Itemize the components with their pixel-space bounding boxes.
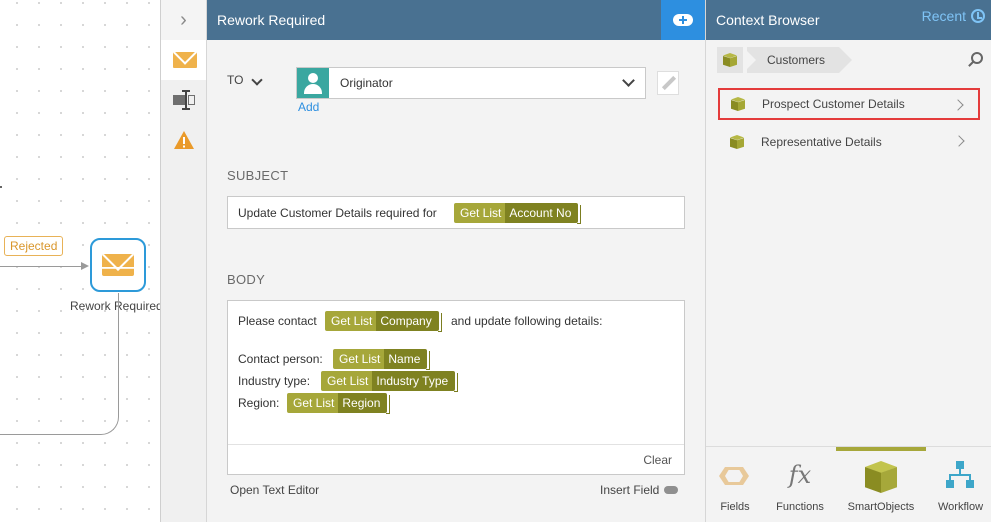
open-text-editor-link[interactable]: Open Text Editor bbox=[230, 483, 319, 497]
active-tab-indicator bbox=[836, 447, 926, 451]
chevron-right-icon bbox=[953, 135, 965, 147]
tab-workflow[interactable]: Workflow bbox=[930, 447, 991, 522]
email-editor-panel: Rework Required TO Originator Add SUBJEC… bbox=[207, 0, 706, 522]
tab-warnings[interactable] bbox=[161, 120, 206, 160]
search-icon[interactable] bbox=[971, 52, 983, 64]
chevron-right-icon bbox=[952, 99, 964, 111]
recipient-value: Originator bbox=[340, 76, 393, 90]
workflow-icon bbox=[946, 461, 974, 493]
context-browser-title: Context Browser bbox=[716, 12, 820, 28]
body-editor[interactable]: Please contact Get List Company and upda… bbox=[227, 300, 685, 475]
rejected-outcome-label[interactable]: Rejected bbox=[4, 236, 64, 256]
expand-panel-button[interactable]: › bbox=[161, 0, 206, 40]
subject-label: SUBJECT bbox=[227, 168, 289, 183]
to-label: TO bbox=[227, 73, 244, 87]
smartobject-icon bbox=[731, 97, 745, 111]
canvas-marker bbox=[0, 186, 2, 188]
editor-header: Rework Required bbox=[207, 0, 705, 40]
industry-type-label: Industry type: bbox=[238, 374, 311, 388]
subject-field-token[interactable]: Get List Account No bbox=[454, 203, 582, 224]
pencil-icon bbox=[661, 75, 677, 91]
context-item-representative-details[interactable]: Representative Details bbox=[719, 126, 979, 158]
recent-button[interactable]: Recent bbox=[922, 8, 985, 24]
workflow-canvas[interactable]: Rejected Rework Required bbox=[0, 0, 161, 522]
insert-field-button[interactable]: Insert Field bbox=[600, 483, 679, 497]
context-browser-header: Context Browser Recent bbox=[706, 0, 991, 40]
tab-smartobjects[interactable]: SmartObjects bbox=[836, 447, 926, 522]
rework-required-node[interactable] bbox=[90, 238, 146, 292]
breadcrumb-item-customers[interactable]: Customers bbox=[742, 47, 853, 73]
smartobject-icon bbox=[730, 135, 744, 149]
step-tab-rail: › bbox=[161, 0, 207, 522]
clock-icon bbox=[971, 9, 985, 23]
flow-connector-line[interactable] bbox=[0, 266, 82, 267]
breadcrumb-root[interactable] bbox=[717, 47, 743, 73]
chevron-right-icon: › bbox=[180, 8, 187, 31]
company-field-token[interactable]: Get List Company bbox=[325, 311, 442, 332]
envelope-icon bbox=[173, 52, 197, 68]
flow-arrow-head bbox=[81, 262, 89, 270]
flow-connector-line-down[interactable] bbox=[118, 293, 119, 411]
add-pill-icon bbox=[673, 14, 693, 26]
to-dropdown-chevron-icon[interactable] bbox=[251, 74, 263, 86]
add-recipient-link[interactable]: Add bbox=[298, 100, 319, 114]
name-field-token[interactable]: Get List Name bbox=[333, 349, 431, 370]
clear-button[interactable]: Clear bbox=[643, 453, 672, 467]
warning-icon bbox=[173, 131, 194, 149]
email-step-icon bbox=[102, 254, 134, 276]
fields-icon bbox=[719, 467, 749, 485]
node-label: Rework Required bbox=[70, 299, 161, 313]
body-label: BODY bbox=[227, 272, 266, 287]
chevron-down-icon bbox=[622, 74, 635, 87]
divider bbox=[228, 444, 684, 445]
region-field-token[interactable]: Get List Region bbox=[287, 393, 391, 414]
function-icon: fx bbox=[788, 461, 812, 489]
tab-email[interactable] bbox=[161, 40, 206, 80]
context-browser-panel: Context Browser Recent Customers Prospec… bbox=[706, 0, 991, 522]
context-item-prospect-customer-details[interactable]: Prospect Customer Details bbox=[718, 88, 980, 120]
smartobject-icon bbox=[865, 461, 897, 493]
body-text: and update following details: bbox=[451, 314, 603, 328]
text-input-icon bbox=[172, 90, 195, 110]
body-text: Please contact bbox=[238, 314, 317, 328]
breadcrumb: Customers bbox=[717, 47, 853, 73]
contact-person-label: Contact person: bbox=[238, 352, 323, 366]
tab-form[interactable] bbox=[161, 80, 206, 120]
recipient-select[interactable]: Originator bbox=[296, 67, 646, 99]
edit-recipient-button[interactable] bbox=[657, 71, 679, 95]
subject-input[interactable]: Update Customer Details required for Get… bbox=[227, 196, 685, 229]
insert-field-toggle-button[interactable] bbox=[661, 0, 705, 40]
tab-fields[interactable]: Fields bbox=[706, 447, 764, 522]
tab-functions[interactable]: fx Functions bbox=[764, 447, 836, 522]
region-label: Region: bbox=[238, 396, 280, 410]
panel-title: Rework Required bbox=[217, 12, 326, 28]
user-icon bbox=[297, 68, 329, 98]
industry-type-field-token[interactable]: Get List Industry Type bbox=[321, 371, 459, 392]
smartobject-icon bbox=[723, 53, 737, 67]
flow-connector-curve[interactable] bbox=[0, 395, 119, 435]
context-tab-bar: Fields fx Functions SmartObjects Workflo… bbox=[706, 446, 991, 522]
subject-text: Update Customer Details required for bbox=[238, 206, 437, 220]
insert-field-icon bbox=[664, 486, 679, 494]
